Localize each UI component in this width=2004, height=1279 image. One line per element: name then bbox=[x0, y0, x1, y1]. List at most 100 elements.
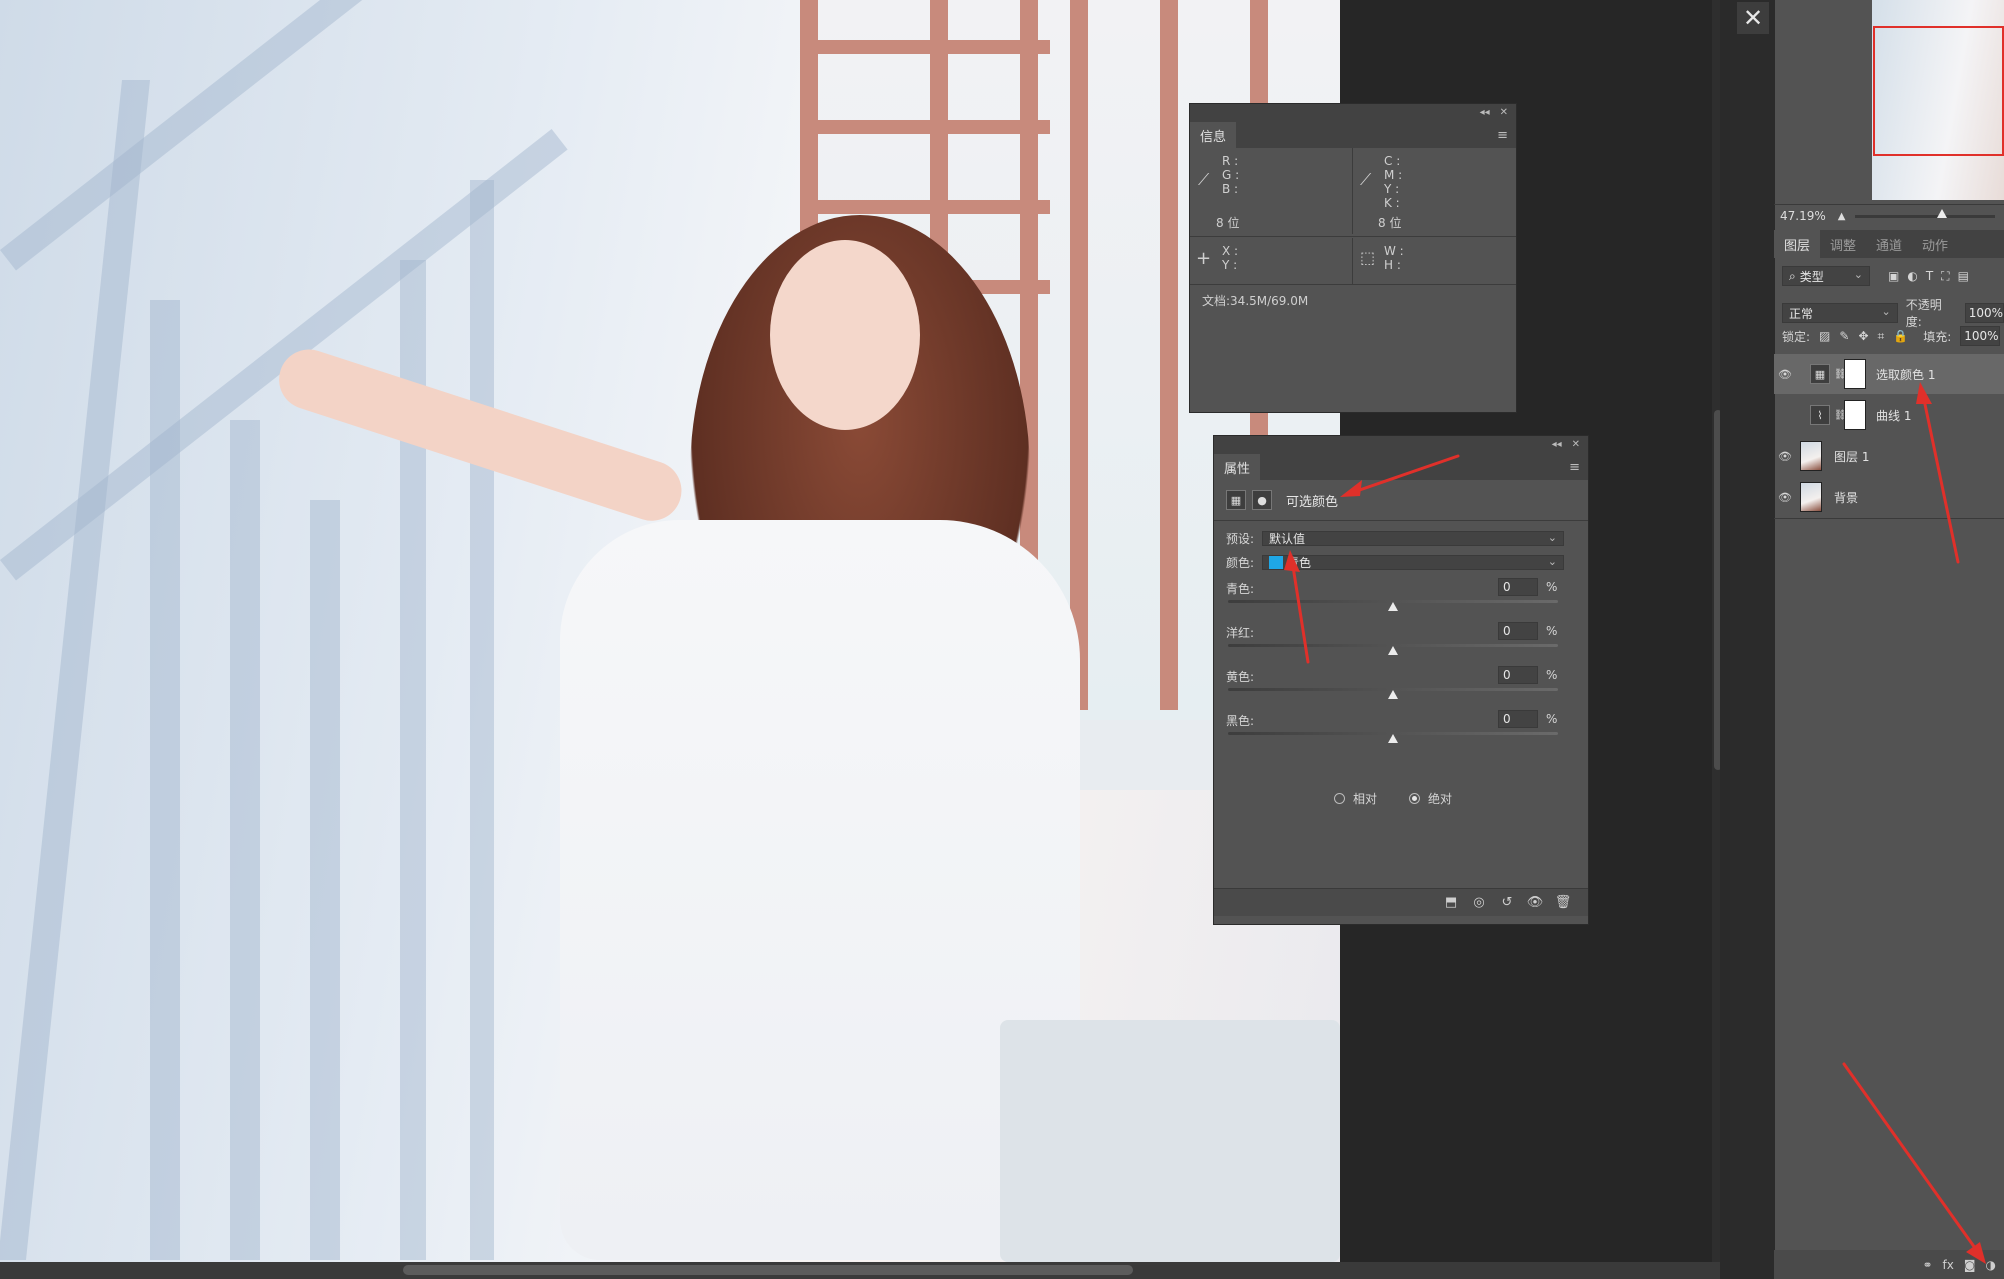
radio-relative-label: 相对 bbox=[1353, 792, 1378, 806]
slider-value-field[interactable]: 0 bbox=[1498, 710, 1538, 728]
filter-adjustment-icon[interactable]: ◐ bbox=[1907, 269, 1917, 283]
slider-thumb[interactable] bbox=[1388, 690, 1398, 699]
visibility-eye-icon[interactable]: 👁 bbox=[1774, 491, 1796, 504]
layer-mask-thumbnail[interactable] bbox=[1844, 359, 1866, 389]
horizontal-scroll-thumb[interactable] bbox=[403, 1265, 1133, 1275]
slider-thumb[interactable] bbox=[1388, 734, 1398, 743]
layers-footer: ⚭ fx ◙ ◑ bbox=[1774, 1250, 2004, 1279]
opacity-field[interactable]: 100% bbox=[1964, 303, 2004, 323]
layer-row-selective-color[interactable]: 👁 ▦ ⛓ 选取颜色 1 bbox=[1774, 354, 2004, 394]
slider-label: 黑色: bbox=[1226, 714, 1255, 728]
properties-panel-titlebar[interactable]: ◂◂ ✕ bbox=[1214, 436, 1588, 452]
eyedropper-cmyk-icon: ⟋ bbox=[1360, 170, 1372, 189]
zoom-slider-thumb[interactable] bbox=[1937, 208, 1948, 218]
percent-unit: % bbox=[1546, 580, 1558, 594]
lock-artboard-icon[interactable]: ⌗ bbox=[1878, 329, 1885, 344]
selective-color-layer-icon: ▦ bbox=[1810, 364, 1830, 384]
filter-type-icon[interactable]: T bbox=[1926, 269, 1933, 283]
lock-all-icon[interactable]: 🔒 bbox=[1893, 329, 1908, 343]
slider-value-field[interactable]: 0 bbox=[1498, 622, 1538, 640]
visibility-eye-icon-hidden[interactable]: □ bbox=[1774, 409, 1796, 422]
add-mask-icon[interactable]: ◙ bbox=[1964, 1258, 1976, 1272]
layer-name[interactable]: 图层 1 bbox=[1834, 448, 1869, 465]
close-icon[interactable]: ✕ bbox=[1572, 439, 1580, 450]
layer-name[interactable]: 背景 bbox=[1834, 489, 1858, 506]
visibility-eye-icon[interactable]: 👁 bbox=[1774, 450, 1796, 463]
layer-filter-dropdown[interactable]: ⌕ 类型 ⌄ bbox=[1782, 266, 1870, 286]
navigator-view-box[interactable] bbox=[1873, 26, 2004, 156]
colors-dropdown[interactable]: 青色 ⌄ bbox=[1262, 555, 1564, 570]
chevron-down-icon: ⌄ bbox=[1547, 531, 1557, 544]
tab-actions[interactable]: 动作 bbox=[1912, 231, 1958, 257]
trash-icon[interactable]: 🗑 bbox=[1552, 895, 1574, 910]
filter-shape-icon[interactable]: ⛶ bbox=[1941, 269, 1949, 284]
filter-smart-object-icon[interactable]: ▤ bbox=[1958, 269, 1969, 283]
tools-icon[interactable]: ✕ bbox=[1737, 2, 1769, 34]
view-previous-icon[interactable]: ◎ bbox=[1468, 895, 1490, 910]
reset-icon[interactable]: ↺ bbox=[1496, 895, 1518, 910]
zoom-value[interactable]: 47.19% bbox=[1780, 209, 1826, 223]
tab-properties[interactable]: 属性 bbox=[1214, 454, 1261, 480]
fill-field[interactable]: 100% bbox=[1960, 326, 2001, 346]
panel-menu-icon[interactable]: ≡ bbox=[1497, 128, 1508, 143]
zoom-out-icon[interactable]: ▲ bbox=[1838, 211, 1846, 222]
selective-color-icon[interactable]: ▦ bbox=[1226, 490, 1246, 510]
wh-labels: W : H : bbox=[1384, 244, 1404, 272]
lock-position-icon[interactable]: ✥ bbox=[1858, 329, 1868, 343]
panel-menu-icon[interactable]: ≡ bbox=[1569, 460, 1580, 475]
collapse-icon[interactable]: ◂◂ bbox=[1552, 439, 1562, 450]
color-swatch bbox=[1269, 556, 1283, 569]
link-icon[interactable]: ⛓ bbox=[1834, 410, 1847, 421]
layer-thumbnail[interactable] bbox=[1800, 441, 1822, 471]
tab-layers[interactable]: 图层 bbox=[1774, 230, 1821, 258]
visibility-icon[interactable]: 👁 bbox=[1524, 895, 1546, 910]
blend-mode-dropdown[interactable]: 正常 ⌄ bbox=[1782, 303, 1898, 323]
layer-row-curves[interactable]: □ ⌇ ⛓ 曲线 1 bbox=[1774, 395, 2004, 435]
dimension-box-icon: ⬚ bbox=[1360, 248, 1376, 267]
clip-to-layer-icon[interactable]: ⬒ bbox=[1440, 895, 1462, 910]
visibility-eye-icon[interactable]: 👁 bbox=[1774, 368, 1796, 381]
zoom-slider[interactable] bbox=[1855, 208, 1996, 218]
chevron-down-icon: ⌄ bbox=[1547, 555, 1557, 568]
mask-icon[interactable]: ● bbox=[1252, 490, 1272, 510]
layer-name[interactable]: 曲线 1 bbox=[1876, 407, 1911, 424]
layer-row-layer1[interactable]: 👁 图层 1 bbox=[1774, 436, 2004, 476]
lock-image-icon[interactable]: ✎ bbox=[1839, 329, 1849, 343]
preset-dropdown[interactable]: 默认值 ⌄ bbox=[1262, 531, 1564, 546]
slider-label: 洋红: bbox=[1226, 626, 1255, 640]
adjustment-title: 可选颜色 bbox=[1286, 494, 1339, 510]
slider-label: 黄色: bbox=[1226, 670, 1255, 684]
fx-icon[interactable]: fx bbox=[1943, 1258, 1954, 1272]
photo-image bbox=[0, 0, 1340, 1262]
slider-value-field[interactable]: 0 bbox=[1498, 666, 1538, 684]
fill-label: 填充: bbox=[1923, 329, 1952, 344]
slider-value-field[interactable]: 0 bbox=[1498, 578, 1538, 596]
link-icon[interactable]: ⛓ bbox=[1834, 369, 1847, 380]
tab-adjustments[interactable]: 调整 bbox=[1820, 231, 1866, 257]
collapse-icon[interactable]: ◂◂ bbox=[1480, 107, 1490, 118]
info-panel-titlebar[interactable]: ◂◂ ✕ bbox=[1190, 104, 1516, 120]
slider-thumb[interactable] bbox=[1388, 646, 1398, 655]
radio-relative[interactable] bbox=[1334, 793, 1345, 804]
curves-layer-icon: ⌇ bbox=[1810, 405, 1830, 425]
preset-label: 预设: bbox=[1226, 532, 1255, 546]
percent-unit: % bbox=[1546, 624, 1558, 638]
layer-row-background[interactable]: 👁 背景 bbox=[1774, 477, 2004, 517]
rgb-labels: R : G : B : bbox=[1222, 154, 1240, 196]
new-adjustment-layer-icon[interactable]: ◑ bbox=[1986, 1258, 1996, 1272]
layer-mask-thumbnail[interactable] bbox=[1844, 400, 1866, 430]
close-icon[interactable]: ✕ bbox=[1500, 107, 1508, 118]
tab-info[interactable]: 信息 bbox=[1190, 122, 1237, 148]
lock-transparent-icon[interactable]: ▨ bbox=[1819, 329, 1830, 343]
radio-absolute[interactable] bbox=[1409, 793, 1421, 804]
link-layers-icon[interactable]: ⚭ bbox=[1922, 1258, 1932, 1272]
cmyk-labels: C : M : Y : K : bbox=[1384, 154, 1403, 210]
layer-thumbnail[interactable] bbox=[1800, 482, 1822, 512]
slider-thumb[interactable] bbox=[1388, 602, 1398, 611]
layer-name[interactable]: 选取颜色 1 bbox=[1876, 366, 1935, 383]
filter-pixel-icon[interactable]: ▣ bbox=[1888, 269, 1899, 283]
colors-label: 颜色: bbox=[1226, 556, 1255, 570]
percent-unit: % bbox=[1546, 712, 1558, 726]
tab-channels[interactable]: 通道 bbox=[1866, 231, 1912, 257]
lock-label: 锁定: bbox=[1782, 329, 1811, 344]
